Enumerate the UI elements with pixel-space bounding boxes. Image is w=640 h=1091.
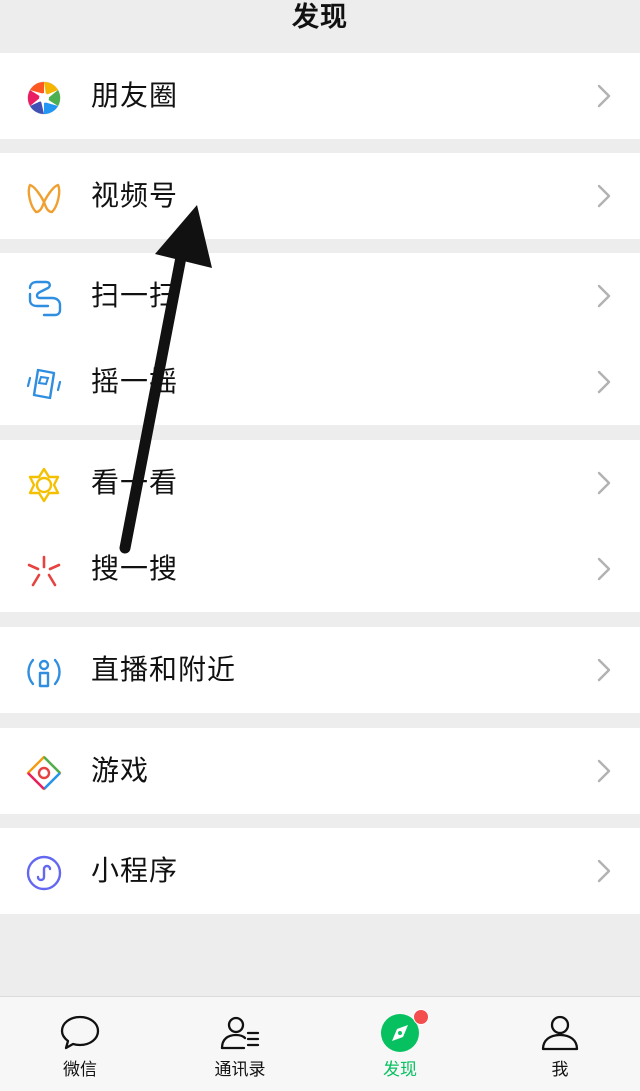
- scan-icon: [24, 278, 64, 318]
- menu-item-games[interactable]: 游戏: [0, 728, 640, 814]
- chevron-right-icon: [596, 758, 612, 784]
- live-nearby-label: 直播和附近: [91, 653, 237, 686]
- bottom-tab-bar: 微信 通讯录 发现 我: [0, 996, 640, 1091]
- chevron-right-icon: [596, 858, 612, 884]
- tab-chats-label: 微信: [63, 1060, 97, 1080]
- tab-discover[interactable]: 发现: [320, 997, 480, 1091]
- menu-item-moments[interactable]: 朋友圈: [0, 53, 640, 139]
- person-icon: [538, 1013, 582, 1053]
- tab-chats[interactable]: 微信: [0, 997, 160, 1091]
- chevron-right-icon: [596, 83, 612, 109]
- shake-label: 摇一摇: [91, 365, 179, 398]
- chevron-right-icon: [596, 657, 612, 683]
- games-diamond-icon: [24, 753, 64, 793]
- group-live-nearby: 直播和附近: [0, 627, 640, 713]
- tab-contacts-label: 通讯录: [214, 1060, 266, 1080]
- page-title: 发现: [292, 2, 348, 33]
- menu-item-channels[interactable]: 视频号: [0, 153, 640, 239]
- group-mini-programs: 小程序: [0, 828, 640, 914]
- menu-item-live-nearby[interactable]: 直播和附近: [0, 627, 640, 713]
- chevron-right-icon: [596, 183, 612, 209]
- chevron-right-icon: [596, 283, 612, 309]
- tab-contacts[interactable]: 通讯录: [160, 997, 320, 1091]
- tab-discover-label: 发现: [383, 1060, 417, 1080]
- top-stories-star-icon: [24, 465, 64, 505]
- menu-item-mini-programs[interactable]: 小程序: [0, 828, 640, 914]
- search-label: 搜一搜: [91, 552, 179, 585]
- contacts-icon: [218, 1013, 262, 1053]
- menu-item-scan[interactable]: 扫一扫: [0, 253, 640, 339]
- group-stories-search: 看一看 搜一搜: [0, 440, 640, 612]
- nav-header: 发现: [0, 0, 640, 52]
- group-scan-shake: 扫一扫 摇一摇: [0, 253, 640, 425]
- mini-programs-icon: [24, 853, 64, 893]
- live-broadcast-icon: [24, 652, 64, 692]
- moments-aperture-icon: [24, 78, 64, 118]
- tab-me-label: 我: [551, 1060, 569, 1080]
- notification-dot: [413, 1009, 429, 1025]
- channels-label: 视频号: [91, 179, 179, 212]
- chevron-right-icon: [596, 470, 612, 496]
- group-moments: 朋友圈: [0, 53, 640, 139]
- top-stories-label: 看一看: [91, 466, 179, 499]
- moments-label: 朋友圈: [91, 79, 179, 112]
- mini-programs-label: 小程序: [91, 854, 179, 887]
- games-label: 游戏: [91, 754, 150, 787]
- scan-label: 扫一扫: [91, 279, 179, 312]
- menu-item-search[interactable]: 搜一搜: [0, 526, 640, 612]
- channels-butterfly-icon: [24, 178, 64, 218]
- tab-me[interactable]: 我: [480, 997, 640, 1091]
- menu-item-top-stories[interactable]: 看一看: [0, 440, 640, 526]
- chat-bubble-icon: [58, 1013, 102, 1053]
- search-spark-icon: [24, 551, 64, 591]
- chevron-right-icon: [596, 556, 612, 582]
- group-games: 游戏: [0, 728, 640, 814]
- shake-phone-icon: [24, 364, 64, 404]
- chevron-right-icon: [596, 369, 612, 395]
- group-channels: 视频号: [0, 153, 640, 239]
- menu-item-shake[interactable]: 摇一摇: [0, 339, 640, 425]
